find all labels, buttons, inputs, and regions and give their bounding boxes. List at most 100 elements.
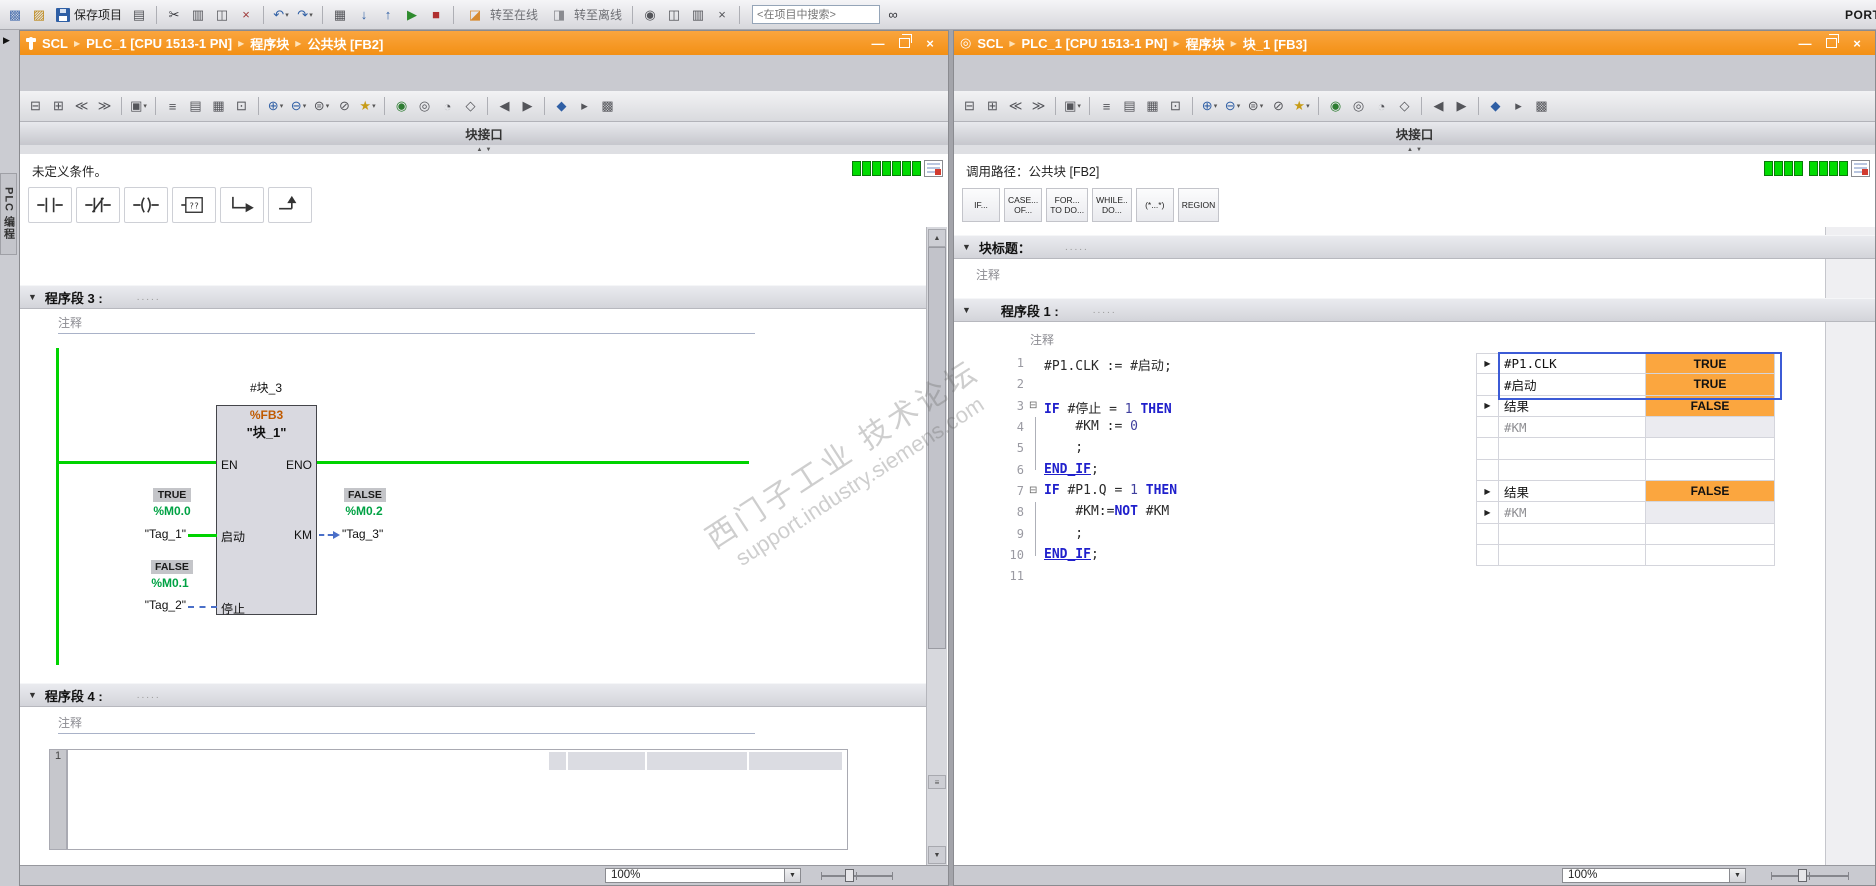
code-text[interactable]: IF #P1.Q = 1 THEN: [1044, 483, 1177, 498]
negate-icon[interactable]: ⊘: [334, 96, 355, 117]
new-project-icon[interactable]: ▩: [4, 4, 26, 26]
remove-input-icon[interactable]: ⊖ ▾: [288, 96, 309, 117]
scl-editor-content[interactable]: ▼ 块标题： ..... 注释 ▼ 程序段 1 : ..... 注释 1 #P1.…: [954, 227, 1875, 866]
network-1-comment[interactable]: 注释: [1030, 331, 1054, 348]
empty-box-icon[interactable]: ??: [172, 187, 216, 223]
favorites-icon[interactable]: ★ ▾: [1291, 96, 1312, 117]
zoom-slider[interactable]: [1771, 868, 1849, 883]
expand-networks-icon[interactable]: ⊞: [48, 96, 69, 117]
operand-tag[interactable]: "Tag_3": [342, 527, 412, 541]
network-overview-icon[interactable]: ≡: [162, 96, 183, 117]
pin-en[interactable]: EN: [221, 458, 238, 472]
code-line[interactable]: 8 #KM:=NOT #KM ▶ #KM: [954, 502, 1824, 524]
fold-collapse-icon[interactable]: ⊟: [1029, 485, 1037, 497]
network-1-title-placeholder[interactable]: .....: [1093, 305, 1117, 316]
pin-input-1[interactable]: 启动: [221, 528, 245, 545]
network-1-header[interactable]: ▼ 程序段 1 : .....: [954, 298, 1875, 322]
monitor-off-icon[interactable]: ◎: [1348, 96, 1369, 117]
scroll-up-button[interactable]: ▲: [928, 229, 946, 247]
add-input-icon[interactable]: ⊕ ▾: [265, 96, 286, 117]
monitor-operand-name[interactable]: #KM: [1499, 502, 1646, 524]
monitor-value[interactable]: [1646, 416, 1775, 439]
network-4-comment[interactable]: 注释: [58, 714, 755, 734]
code-line[interactable]: 5 ;: [954, 438, 1824, 460]
snippet-region-button[interactable]: REGION: [1177, 188, 1220, 222]
monitor-operand-name[interactable]: 结果: [1499, 395, 1646, 417]
zoom-dropdown-icon[interactable]: ▼: [784, 869, 800, 882]
monitor-operand-name[interactable]: 结果: [1499, 480, 1646, 503]
restore-button[interactable]: [1819, 34, 1843, 53]
open-branch-icon[interactable]: [220, 187, 264, 223]
retain-values-icon[interactable]: ◇: [1394, 96, 1415, 117]
print-icon[interactable]: ▤: [128, 4, 150, 26]
favorites-icon[interactable]: ★ ▾: [357, 96, 378, 117]
network-3-comment[interactable]: 注释: [58, 314, 755, 334]
zoom-slider-thumb[interactable]: [1798, 869, 1807, 882]
block-name[interactable]: "块_1": [217, 422, 316, 441]
fold-collapse-icon[interactable]: ⊟: [1029, 400, 1037, 412]
monitor-operand-name[interactable]: [1499, 459, 1646, 481]
code-line[interactable]: 3 ⊟ IF #停止 = 1 THEN ▶ 结果 FALSE: [954, 395, 1824, 417]
breadcrumb-item[interactable]: 程序块: [1186, 34, 1225, 53]
project-search-input[interactable]: [752, 5, 881, 24]
paste-icon[interactable]: ◫: [211, 4, 233, 26]
snippet-case-button[interactable]: CASE... OF...: [1004, 188, 1043, 222]
code-line[interactable]: 7 ⊟ IF #P1.Q = 1 THEN ▶ 结果 FALSE: [954, 480, 1824, 503]
network-3-title-placeholder[interactable]: .....: [137, 292, 161, 303]
upload-from-device-icon[interactable]: ↑: [377, 4, 399, 26]
pin-input-2[interactable]: 停止: [221, 600, 245, 617]
accessible-devices-icon[interactable]: ◉: [639, 4, 661, 26]
zoom-select[interactable]: 100% ▼: [1562, 868, 1746, 883]
snapshot-icon[interactable]: ◔: [1371, 96, 1392, 117]
stop-cpu-icon[interactable]: ■: [425, 4, 447, 26]
scl-editor-titlebar[interactable]: ◎ SCL ▶ PLC_1 [CPU 1513-1 PN] ▶ 程序块 ▶ 块_1 [FB3…: [954, 31, 1875, 55]
insert-empty-box-icon[interactable]: ▦: [208, 96, 229, 117]
block-interface-bar[interactable]: 块接口: [20, 122, 948, 145]
monitor-on-icon[interactable]: ◉: [1325, 96, 1346, 117]
breadcrumb-item[interactable]: PLC_1 [CPU 1513-1 PN]: [1022, 36, 1168, 51]
monitor-operand-name[interactable]: #启动: [1499, 374, 1646, 396]
monitor-toggle-icon[interactable]: [1851, 160, 1870, 177]
operand-address[interactable]: %M0.2: [342, 504, 386, 518]
collapse-regions-icon[interactable]: ⊟: [959, 96, 980, 117]
network-3-header[interactable]: ▼ 程序段 3 : .....: [20, 285, 926, 309]
download-to-device-icon[interactable]: ↓: [353, 4, 375, 26]
monitor-value[interactable]: [1646, 523, 1775, 545]
minimize-button[interactable]: —: [1793, 34, 1817, 53]
copy-icon[interactable]: ▥: [187, 4, 209, 26]
snippet-if-button[interactable]: IF...: [962, 188, 1000, 222]
compare-icon[interactable]: ⊜ ▾: [1245, 96, 1266, 117]
go-online-button[interactable]: ◪ 转至在线: [460, 3, 542, 27]
delete-icon[interactable]: ×: [235, 4, 257, 26]
breadcrumb-item[interactable]: SCL: [977, 36, 1003, 51]
lad-editor-content[interactable]: ▼ 程序段 3 : ..... 注释 #块_3 %FB3 "块_1" EN EN…: [20, 227, 948, 866]
monitor-value[interactable]: [1646, 438, 1775, 460]
breadcrumb-item[interactable]: 块_1 [FB3]: [1243, 34, 1307, 53]
fb-call-block[interactable]: %FB3 "块_1" EN ENO 启动 KM 停止: [216, 405, 317, 617]
monitor-operand-name[interactable]: [1499, 544, 1646, 567]
more-icon[interactable]: ▸: [574, 96, 595, 117]
comment-icon[interactable]: ⊡: [231, 96, 252, 117]
zoom-slider[interactable]: [821, 868, 893, 883]
monitor-value[interactable]: [1646, 502, 1775, 524]
settings-icon[interactable]: ◆: [1485, 96, 1506, 117]
scrollbar-thumb[interactable]: [928, 247, 946, 649]
scroll-down-button[interactable]: ▼: [928, 846, 946, 864]
outdent-icon[interactable]: ≪: [71, 96, 92, 117]
absolute-operands-icon[interactable]: ▣ ▾: [128, 96, 149, 117]
breadcrumb-item[interactable]: SCL: [42, 36, 68, 51]
restore-button[interactable]: [892, 34, 916, 53]
undo-icon[interactable]: ↶ ▾: [270, 4, 292, 26]
breadcrumb-item[interactable]: 程序块: [250, 34, 289, 53]
previous-icon[interactable]: ◀: [1428, 96, 1449, 117]
split-view-handle[interactable]: ≡: [928, 775, 946, 789]
add-input-icon[interactable]: ⊕ ▾: [1199, 96, 1220, 117]
monitor-toggle-icon[interactable]: [924, 160, 943, 177]
code-text[interactable]: ;: [1044, 526, 1083, 541]
zoom-select[interactable]: 100% ▼: [605, 868, 801, 883]
previous-icon[interactable]: ◀: [494, 96, 515, 117]
collapse-network-icon[interactable]: ▼: [28, 292, 37, 302]
code-line[interactable]: 9 ;: [954, 523, 1824, 545]
code-line[interactable]: 6 END_IF;: [954, 459, 1824, 481]
negate-icon[interactable]: ⊘: [1268, 96, 1289, 117]
